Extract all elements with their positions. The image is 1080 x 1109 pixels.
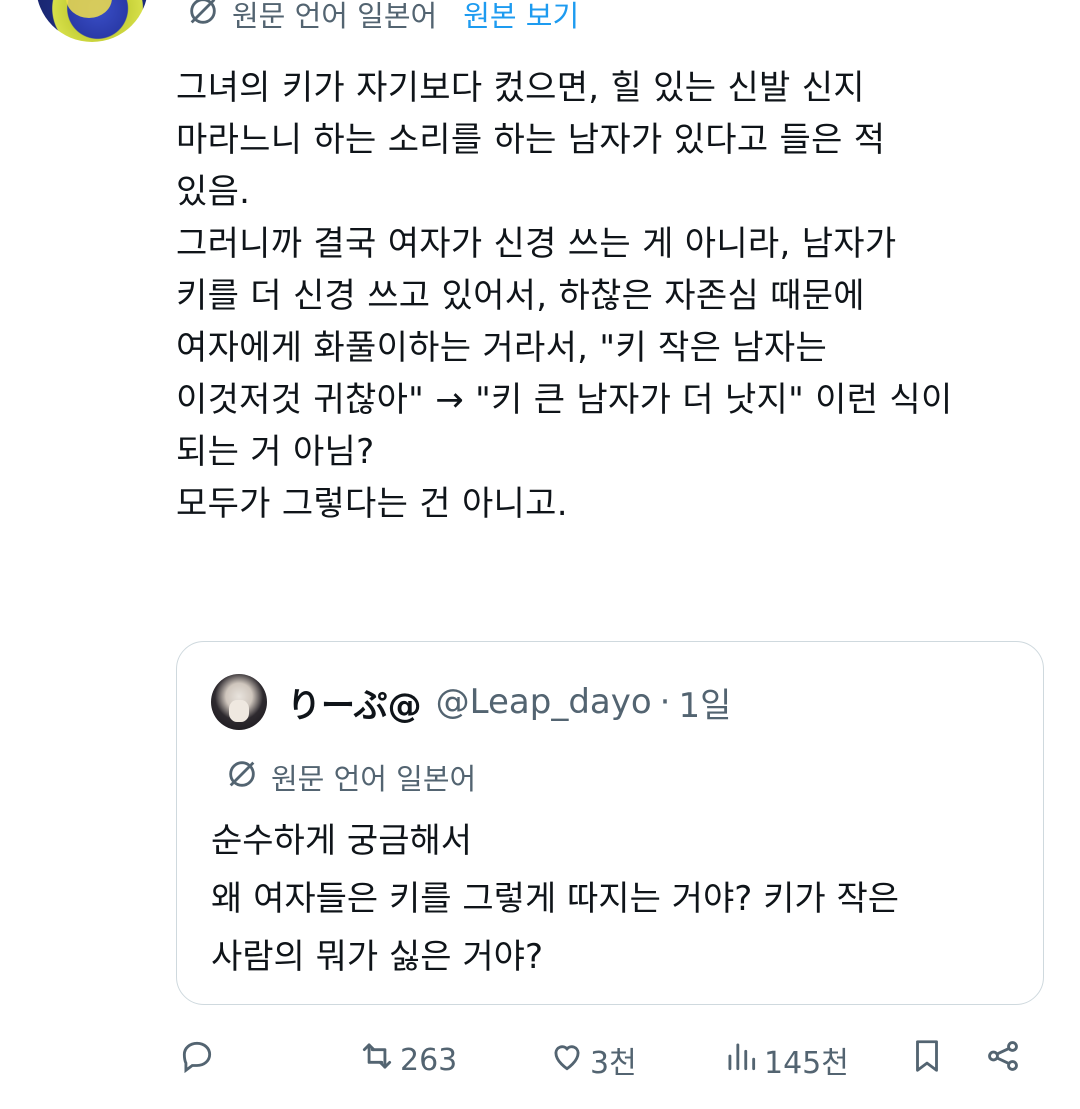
quote-author-name[interactable]: りーぷ@: [287, 678, 422, 727]
heart-icon: [548, 1037, 586, 1083]
quote-translation-label: 원문 언어 일본어: [271, 762, 477, 796]
translate-icon: [225, 757, 271, 798]
bookmark-button[interactable]: [908, 1028, 946, 1092]
avatar-face: [66, 0, 112, 18]
share-button[interactable]: [984, 1028, 1022, 1092]
quote-timestamp[interactable]: 1일: [678, 678, 731, 727]
translation-row: 원문 언어 일본어 원본 보기: [186, 0, 579, 34]
views-count: 145천: [764, 1046, 849, 1081]
like-count: 3천: [590, 1046, 637, 1081]
bookmark-icon: [908, 1037, 946, 1083]
author-avatar[interactable]: [36, 0, 148, 42]
retweet-count: 263: [400, 1042, 458, 1078]
views-icon: [722, 1037, 760, 1083]
action-bar: 263 3천 145천: [0, 1028, 1080, 1092]
reply-button[interactable]: [178, 1028, 216, 1092]
translation-label: 원문 언어 일본어: [232, 0, 438, 33]
quote-header: りーぷ@ @Leap_dayo · 1일: [211, 674, 731, 730]
quote-separator: ·: [659, 682, 671, 722]
retweet-icon: [358, 1037, 396, 1083]
translate-icon: [186, 0, 232, 35]
view-original-link[interactable]: 원본 보기: [463, 0, 579, 35]
quote-tweet-card[interactable]: りーぷ@ @Leap_dayo · 1일 원문 언어 일본어 순수하게 궁금해서…: [176, 641, 1044, 1005]
quote-author-handle[interactable]: @Leap_dayo: [436, 682, 652, 722]
retweet-button[interactable]: 263: [358, 1028, 457, 1092]
quote-text: 순수하게 궁금해서 왜 여자들은 키를 그렇게 따지는 거야? 키가 작은 사람…: [211, 821, 900, 977]
quote-translation-row: 원문 언어 일본어: [225, 756, 476, 798]
like-button[interactable]: 3천: [548, 1028, 637, 1092]
reply-icon: [178, 1037, 216, 1083]
views-button[interactable]: 145천: [722, 1028, 849, 1092]
avatar-hand: [229, 700, 249, 722]
share-icon: [984, 1037, 1022, 1083]
tweet-text: 그녀의 키가 자기보다 컸으면, 힐 있는 신발 신지 마라느니 하는 소리를 …: [176, 68, 953, 524]
quote-author-avatar[interactable]: [211, 674, 267, 730]
